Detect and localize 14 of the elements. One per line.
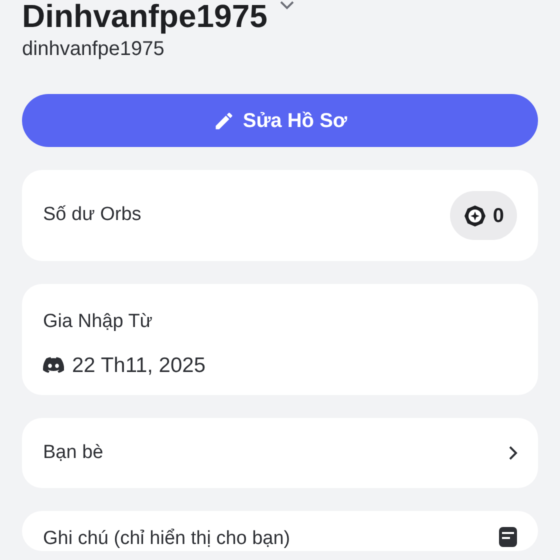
card-label: Gia Nhập Từ <box>43 310 153 334</box>
chevron-icon[interactable] <box>279 1 296 11</box>
chevron-right-icon <box>508 445 518 461</box>
card-label: Số dư Orbs <box>43 203 142 228</box>
orb-icon <box>462 204 487 228</box>
orbs-badge[interactable]: 0 <box>450 191 517 240</box>
display-name: Dinhvanfpe1975 <box>22 0 268 32</box>
note-icon <box>498 525 518 547</box>
friends-row[interactable]: Bạn bè <box>22 418 538 488</box>
join-date: 22 Th11, 2025 <box>72 352 206 378</box>
username: dinhvanfpe1975 <box>22 37 164 62</box>
card-label: Ghi chú (chỉ hiển thị cho bạn) <box>43 527 290 551</box>
game-controller-icon <box>43 357 64 374</box>
edit-profile-button[interactable]: Sửa Hồ Sơ <box>22 94 538 147</box>
